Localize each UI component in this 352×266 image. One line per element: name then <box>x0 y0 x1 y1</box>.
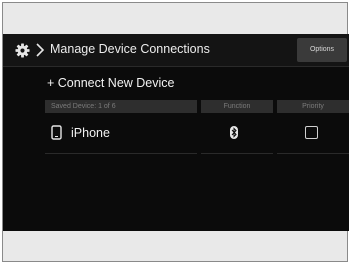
chevron-right-icon <box>36 43 45 57</box>
header-bar: Manage Device Connections Options <box>3 34 349 67</box>
row-divider-device <box>45 153 197 154</box>
options-button[interactable]: Options <box>297 38 347 62</box>
page-title: Manage Device Connections <box>50 42 210 56</box>
priority-column-header: Priority <box>277 100 349 113</box>
bluetooth-icon <box>230 126 238 139</box>
gear-icon[interactable] <box>15 43 30 58</box>
connect-new-device-button[interactable]: + Connect New Device <box>47 76 175 90</box>
saved-device-column-header: Saved Device: 1 of 6 <box>45 100 197 113</box>
priority-checkbox[interactable] <box>305 126 318 139</box>
device-screen: Manage Device Connections Options + Conn… <box>3 34 349 231</box>
function-column-header: Function <box>201 100 273 113</box>
row-divider-priority <box>277 153 349 154</box>
phone-icon <box>51 125 62 140</box>
device-name-iphone[interactable]: iPhone <box>71 126 110 140</box>
row-divider-function <box>201 153 273 154</box>
